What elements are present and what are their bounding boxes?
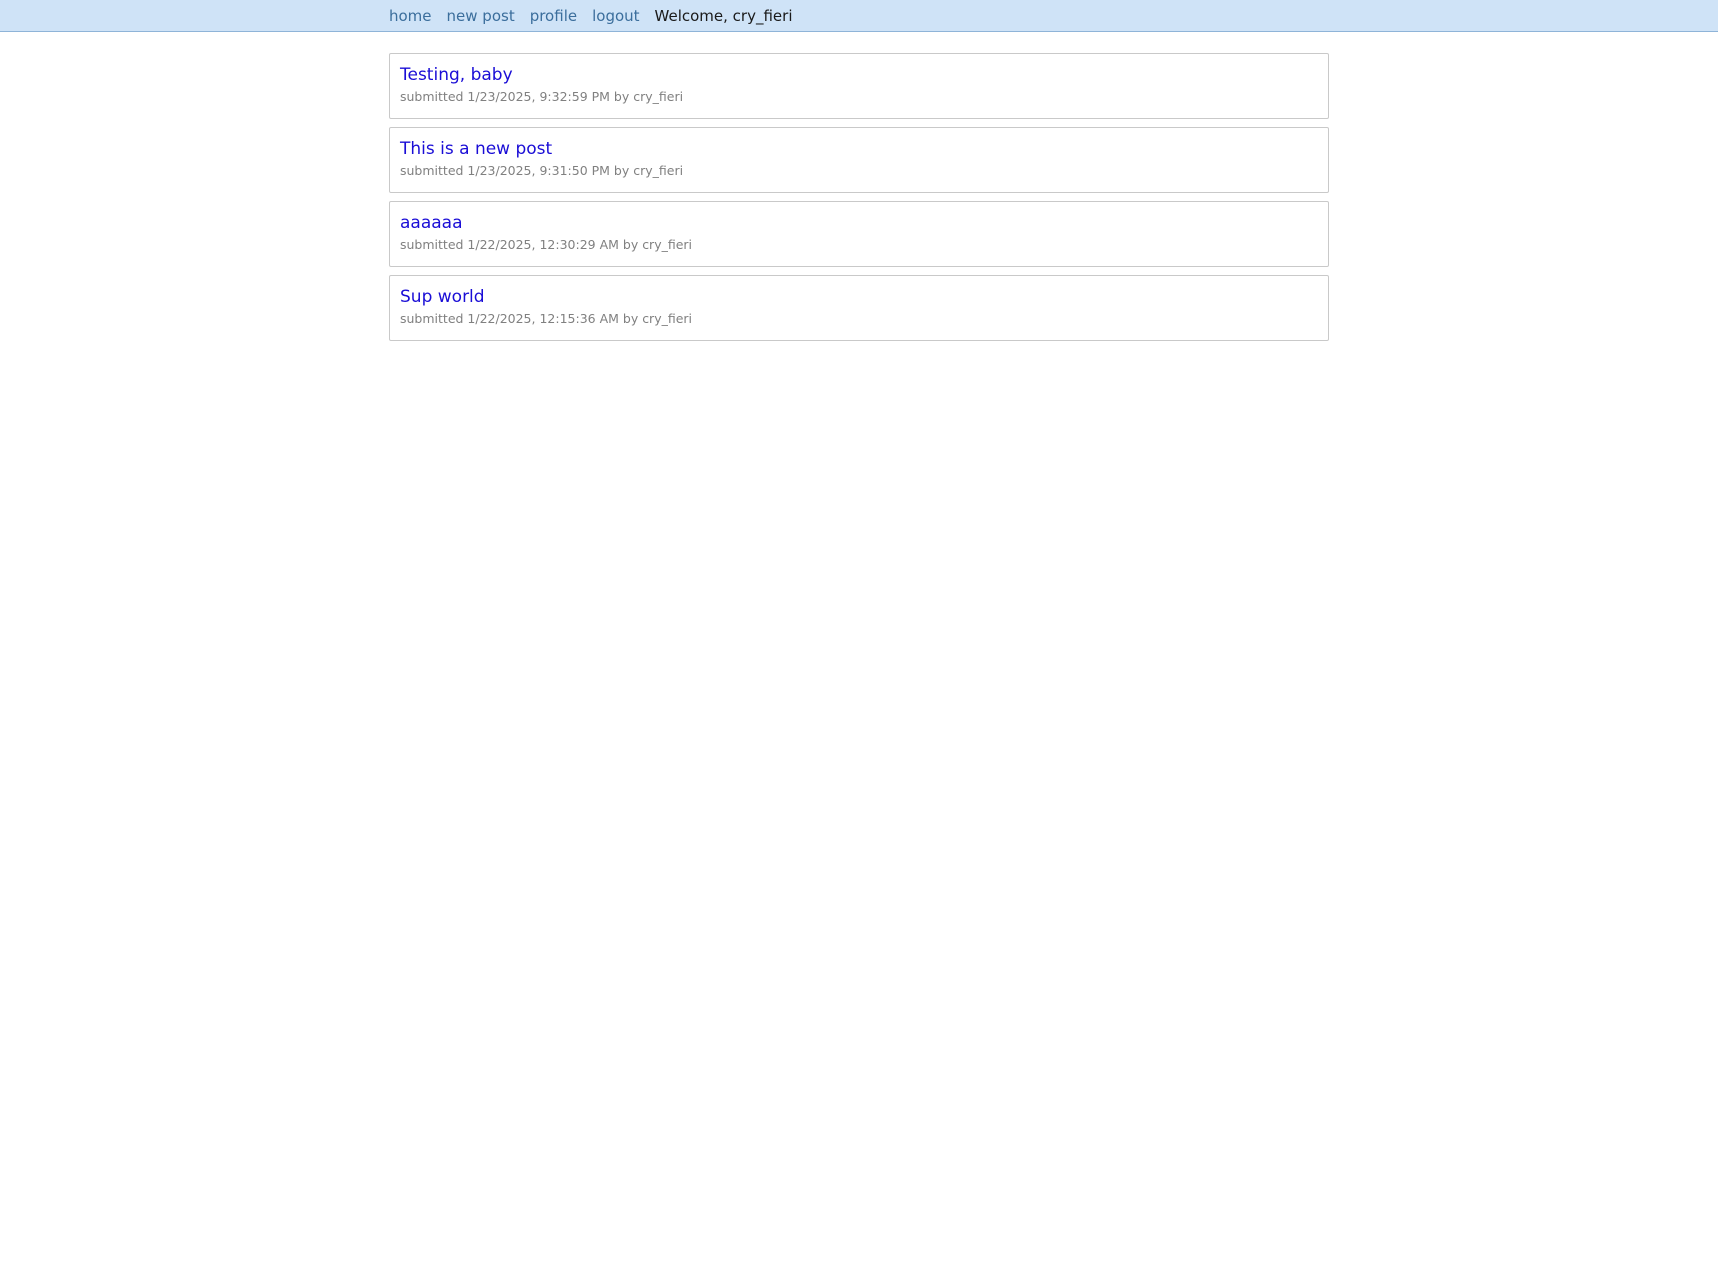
post-item: This is a new post submitted 1/23/2025, …: [389, 127, 1329, 193]
nav-logout-link[interactable]: logout: [592, 7, 639, 25]
post-list: Testing, baby submitted 1/23/2025, 9:32:…: [389, 53, 1329, 349]
post-meta: submitted 1/22/2025, 12:30:29 AM by cry_…: [400, 237, 693, 252]
nav-home-link[interactable]: home: [389, 7, 432, 25]
post-title-link[interactable]: aaaaaa: [400, 213, 463, 233]
nav-profile-link[interactable]: profile: [530, 7, 577, 25]
post-title-link[interactable]: Testing, baby: [400, 65, 513, 85]
post-item: Sup world submitted 1/22/2025, 12:15:36 …: [389, 275, 1329, 341]
post-meta: submitted 1/23/2025, 9:32:59 PM by cry_f…: [400, 89, 684, 104]
welcome-text: Welcome, cry_fieri: [654, 7, 793, 25]
post-title-link[interactable]: This is a new post: [400, 139, 552, 159]
post-item: Testing, baby submitted 1/23/2025, 9:32:…: [389, 53, 1329, 119]
nav-new-post-link[interactable]: new post: [447, 7, 515, 25]
top-nav-bar: home new post profile logout Welcome, cr…: [0, 0, 1718, 32]
post-title-link[interactable]: Sup world: [400, 287, 485, 307]
post-meta: submitted 1/23/2025, 9:31:50 PM by cry_f…: [400, 163, 684, 178]
post-meta: submitted 1/22/2025, 12:15:36 AM by cry_…: [400, 311, 693, 326]
post-item: aaaaaa submitted 1/22/2025, 12:30:29 AM …: [389, 201, 1329, 267]
nav-links: home new post profile logout Welcome, cr…: [389, 0, 792, 32]
